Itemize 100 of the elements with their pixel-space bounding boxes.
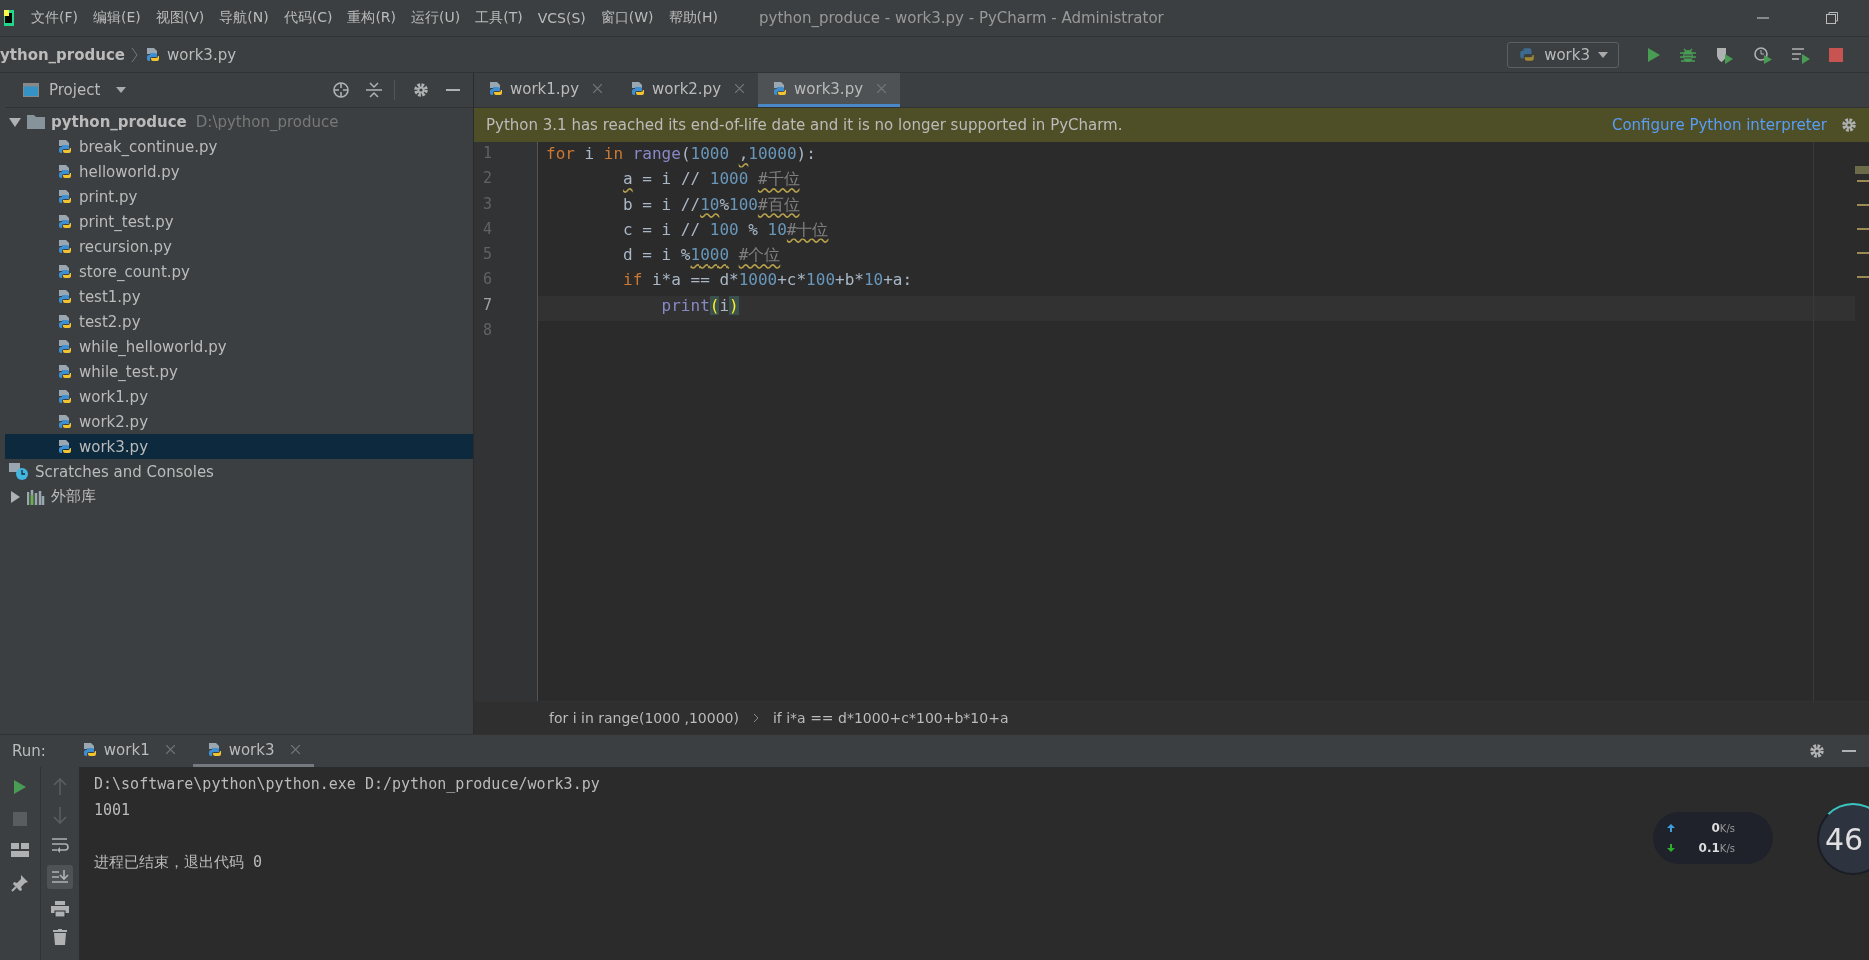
close-icon[interactable] xyxy=(735,84,745,93)
editor-tab[interactable]: work1.py xyxy=(474,73,616,107)
python-file-icon xyxy=(57,263,73,280)
run-icon[interactable] xyxy=(1645,46,1661,63)
print-icon[interactable] xyxy=(51,901,69,917)
tree-item[interactable]: store_count.py xyxy=(5,259,473,284)
python-file-icon xyxy=(488,80,504,97)
pin-icon[interactable] xyxy=(11,874,29,892)
python-file-icon xyxy=(57,138,73,155)
close-icon[interactable] xyxy=(290,745,300,754)
menu-item[interactable]: 文件(F) xyxy=(31,9,78,27)
speed-unit: K/s xyxy=(1719,823,1735,834)
window-title: python_produce - work3.py - PyCharm - Administrator xyxy=(759,9,1164,27)
tree-item[interactable]: work3.py xyxy=(5,434,473,459)
project-view-dropdown[interactable]: Project xyxy=(49,81,127,99)
menu-item[interactable]: 代码(C) xyxy=(283,9,333,27)
chevron-icon xyxy=(131,46,140,63)
line-number: 7 xyxy=(482,295,494,316)
tree-item[interactable]: break_continue.py xyxy=(5,134,473,159)
menu-item[interactable]: 编辑(E) xyxy=(93,9,141,27)
code-line: c = i // 100 % 10#十位 xyxy=(622,219,829,239)
python-file-icon xyxy=(57,388,73,405)
tree-item[interactable]: while_test.py xyxy=(5,359,473,384)
menu-item[interactable]: 视图(V) xyxy=(155,9,205,27)
tree-item[interactable]: while_helloworld.py xyxy=(5,334,473,359)
soft-wrap-icon[interactable] xyxy=(51,837,69,853)
folder-name: python_produce xyxy=(51,112,187,131)
menu-item[interactable]: 运行(U) xyxy=(411,9,461,27)
restore-icon[interactable] xyxy=(1825,11,1839,25)
tree-item[interactable]: print_test.py xyxy=(5,209,473,234)
menu-item[interactable]: VCS(S) xyxy=(537,10,586,26)
close-icon[interactable] xyxy=(877,84,887,93)
arrow-down-icon[interactable] xyxy=(53,807,67,825)
folder-path: D:\python_produce xyxy=(195,112,339,131)
locate-target-icon[interactable] xyxy=(332,81,350,99)
menu-item[interactable]: 工具(T) xyxy=(475,9,523,27)
tree-item[interactable]: python_produce D:\python_produce xyxy=(5,109,473,134)
python-file-icon xyxy=(81,741,98,758)
debug-bug-icon[interactable] xyxy=(1679,45,1697,64)
inspection-marker[interactable] xyxy=(1855,166,1869,174)
arrow-up-icon[interactable] xyxy=(53,777,67,795)
python-file-icon xyxy=(57,163,73,180)
editor-tab[interactable]: work2.py xyxy=(616,73,759,107)
trash-icon[interactable] xyxy=(53,929,67,945)
code-line: for i in range(1000 ,10000): xyxy=(546,144,816,163)
code-line: d = i %1000 #个位 xyxy=(622,245,781,265)
tree-item[interactable]: print.py xyxy=(5,184,473,209)
tree-item[interactable]: work1.py xyxy=(5,384,473,409)
menu-item[interactable]: 帮助(H) xyxy=(668,9,718,27)
breadcrumb-item[interactable]: work3.py xyxy=(167,45,237,64)
python-file-icon xyxy=(630,80,646,97)
python-file-icon xyxy=(57,413,73,430)
menu-item[interactable]: 导航(N) xyxy=(219,9,269,27)
run-tab[interactable]: work1 xyxy=(67,735,189,767)
tree-item[interactable]: 外部库 xyxy=(5,484,473,509)
breadcrumb-item[interactable]: for i in range(1000 ,10000) xyxy=(549,710,739,726)
close-icon[interactable] xyxy=(593,84,602,93)
breadcrumb-item[interactable]: ython_produce xyxy=(0,45,126,64)
configure-link[interactable]: Configure Python interpreter xyxy=(1611,116,1827,134)
expand-arrow-icon[interactable] xyxy=(9,490,21,503)
settings-icon[interactable] xyxy=(1809,743,1825,759)
usage-percent: 46 xyxy=(1825,821,1864,857)
caret-icon xyxy=(116,87,127,93)
python-logo-icon xyxy=(1518,45,1537,64)
python-file-icon xyxy=(772,80,789,97)
download-speed: 0.1 xyxy=(1698,841,1720,855)
menu-item[interactable]: 重构(R) xyxy=(347,9,397,27)
caret-icon xyxy=(1598,51,1608,58)
settings-icon[interactable] xyxy=(413,82,429,98)
tree-item[interactable]: test1.py xyxy=(5,284,473,309)
collapse-all-icon[interactable] xyxy=(366,81,382,99)
stop-icon[interactable] xyxy=(1829,47,1843,62)
code-line: print(i) xyxy=(660,295,739,315)
menu-item[interactable]: 窗口(W) xyxy=(600,9,654,27)
expand-arrow-icon[interactable] xyxy=(9,115,21,128)
settings-icon[interactable] xyxy=(1841,117,1857,133)
coverage-icon[interactable] xyxy=(1715,45,1735,64)
layout-icon[interactable] xyxy=(11,843,29,857)
python-file-icon xyxy=(206,741,223,758)
run-config-dropdown[interactable]: work3 xyxy=(1507,41,1619,68)
tree-item[interactable]: test2.py xyxy=(5,309,473,334)
rerun-icon[interactable] xyxy=(13,779,27,795)
tree-item[interactable]: Scratches and Consoles xyxy=(5,459,473,484)
breadcrumb-item[interactable]: if i*a == d*1000+c*100+b*10+a xyxy=(772,710,1009,726)
python-file-icon xyxy=(57,438,73,455)
upload-speed: 0 xyxy=(1711,821,1720,835)
console-output-line: 进程已结束，退出代码 0 xyxy=(94,852,264,873)
panel-window-icon xyxy=(23,83,39,97)
upload-arrow-icon xyxy=(1667,824,1675,832)
tree-item[interactable]: work2.py xyxy=(5,409,473,434)
run-with-options-icon[interactable] xyxy=(1791,45,1811,64)
scroll-to-end-icon[interactable] xyxy=(47,865,73,889)
close-icon[interactable] xyxy=(165,745,175,754)
tree-item[interactable]: recursion.py xyxy=(5,234,473,259)
python-file-icon xyxy=(57,363,73,380)
profile-icon[interactable] xyxy=(1753,45,1773,64)
python-file-icon xyxy=(57,338,73,355)
editor-tab[interactable]: work3.py xyxy=(758,73,901,107)
tree-item[interactable]: helloworld.py xyxy=(5,159,473,184)
run-tab[interactable]: work3 xyxy=(192,735,314,767)
